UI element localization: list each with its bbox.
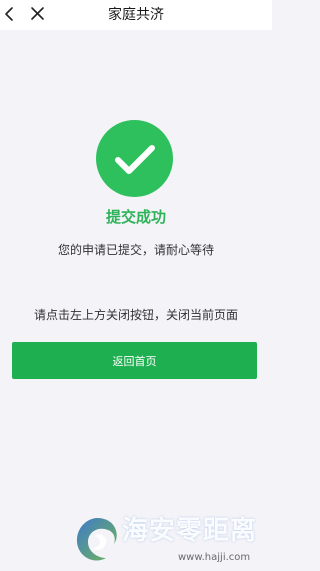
return-home-button[interactable]: 返回首页 xyxy=(12,342,257,379)
status-title: 提交成功 xyxy=(105,208,166,226)
top-bar: 家庭共济 xyxy=(0,0,272,30)
watermark-logo-icon xyxy=(76,518,117,561)
watermark: 海安零距离 www.hajji.com xyxy=(70,512,270,568)
check-icon xyxy=(115,145,155,174)
close-hint: 请点击左上方关闭按钮，关闭当前页面 xyxy=(33,308,238,322)
page-title: 家庭共济 xyxy=(108,7,164,23)
watermark-name: 海安零距离 xyxy=(122,516,258,546)
watermark-url: www.hajji.com xyxy=(178,552,251,563)
success-badge xyxy=(96,120,173,197)
status-message: 您的申请已提交，请耐心等待 xyxy=(57,243,214,257)
